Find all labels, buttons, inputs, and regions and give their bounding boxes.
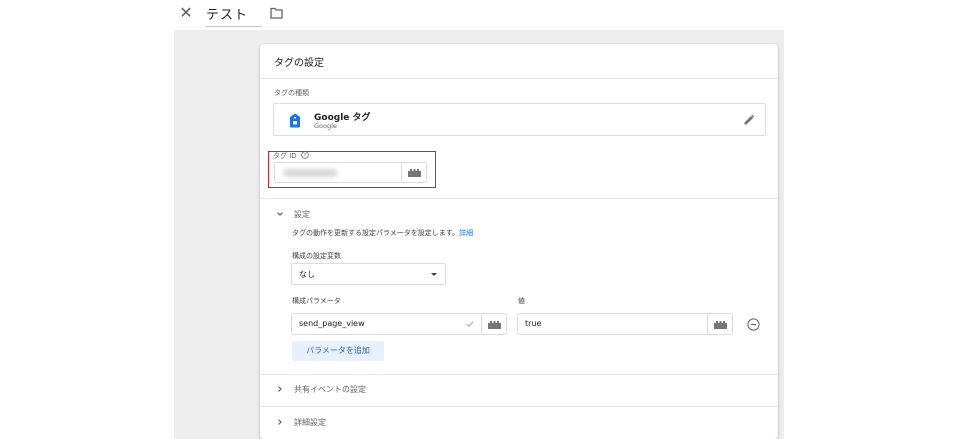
chevron-down-icon[interactable] [276,210,284,218]
settings-description: タグの動作を更新する設定パラメータを設定します。詳細 [292,229,474,237]
divider [260,374,778,375]
shared-event-settings-title[interactable]: 共有イベントの設定 [294,384,366,395]
card-title: タグの設定 [274,58,324,69]
tag-type-label: タグの種類 [274,89,309,97]
parameter-value-label: 値 [518,297,525,305]
parameter-value-input[interactable]: true [517,313,733,335]
edit-pencil-icon[interactable] [743,114,755,126]
divider [260,198,778,199]
google-tag-icon [290,113,300,128]
parameter-name-label: 構成パラメータ [292,297,341,305]
tag-type-provider: Google [314,122,337,130]
tag-type-selector[interactable]: Google タグ Google [273,103,766,136]
redacted-tag-id [283,169,337,177]
variable-brick-icon[interactable] [408,169,421,177]
help-icon[interactable]: ? [301,151,309,159]
tag-configuration-card: タグの設定 タグの種類 Google タグ Google タグ ID ? 設定 … [260,44,778,439]
advanced-settings-title[interactable]: 詳細設定 [294,417,326,428]
workspace-title[interactable]: テスト [206,4,262,27]
parameter-name-input[interactable]: send_page_view [291,313,507,335]
parameter-name-value: send_page_view [299,319,365,328]
config-variable-select[interactable]: なし [291,263,446,285]
variable-brick-icon[interactable] [714,321,727,329]
folder-icon[interactable] [270,7,283,19]
add-parameter-button[interactable]: パラメータを追加 [292,341,384,361]
chevron-right-icon[interactable] [276,418,284,426]
svg-text:?: ? [304,153,307,159]
tag-id-input[interactable] [274,162,427,183]
divider [260,78,778,79]
check-icon [466,321,474,327]
remove-row-icon[interactable] [747,318,760,331]
divider [260,406,778,407]
variable-brick-icon[interactable] [488,321,501,329]
tag-id-label: タグ ID [273,152,297,160]
dropdown-caret-icon [431,273,437,276]
settings-section-title[interactable]: 設定 [294,209,310,220]
config-variable-label: 構成の設定変数 [292,252,341,260]
config-variable-value: なし [299,270,315,279]
close-icon[interactable]: ✕ [178,4,194,22]
chevron-right-icon[interactable] [276,385,284,393]
details-link[interactable]: 詳細 [459,229,473,237]
parameter-value-text: true [525,319,542,328]
